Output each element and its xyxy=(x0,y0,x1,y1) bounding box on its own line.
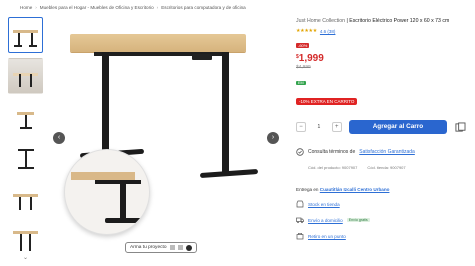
store-code: Cód. tienda: 9007907 xyxy=(367,165,406,171)
warranty-text: Consulta términos de xyxy=(308,149,356,156)
star-rating-icon: ★★★★★ xyxy=(296,28,317,35)
currency-symbol: $ xyxy=(296,54,299,61)
product-codes: Cód. del producto: 9007907 Cód. tienda: … xyxy=(308,165,466,170)
thumbnail-3[interactable] xyxy=(8,99,43,135)
thumbnail-2[interactable] xyxy=(8,58,43,94)
truck-icon xyxy=(296,217,304,224)
image-icon xyxy=(169,245,175,250)
add-to-cart-row: − 1 + Agregar al Carro xyxy=(296,120,466,135)
image-icon xyxy=(177,245,183,250)
breadcrumb: Home › Muebles para el Hogar - Muebles d… xyxy=(20,5,246,10)
price-value: 1,999 xyxy=(298,53,324,65)
control-panel xyxy=(192,54,212,60)
delivery-option-store[interactable]: Stock en tienda xyxy=(296,200,466,208)
product-info: Just Home Collection | Escritorio Eléctr… xyxy=(296,17,466,240)
decrease-quantity-button[interactable]: − xyxy=(296,122,306,133)
chevron-right-icon: › xyxy=(156,5,159,10)
rating: ★★★★★ 4.6 (38) xyxy=(296,28,466,34)
shield-icon xyxy=(296,148,304,157)
warranty-row: Consulta términos de Satisfacción Garant… xyxy=(296,148,466,157)
product-image-gallery: ‹ › Arma tu proyecto xyxy=(50,17,286,253)
discount-badge: -60% xyxy=(296,43,310,49)
project-button-label: Arma tu proyecto xyxy=(130,245,167,250)
promo-badge: -10% EXTRA EN CARRITO xyxy=(296,98,358,106)
delivery-location-link[interactable]: Cuautitlán Izcalli Centro Urbano xyxy=(320,187,390,192)
thumbnail-4[interactable] xyxy=(8,140,43,176)
thumbnail-1[interactable] xyxy=(8,17,43,53)
breadcrumb-category[interactable]: Muebles para el Hogar - Muebles de Ofici… xyxy=(40,5,154,10)
delivery-option-pickup[interactable]: Retiro en un punto xyxy=(296,232,466,240)
product-code: Cód. del producto: 9007907 xyxy=(308,165,358,171)
price: $1,999 xyxy=(296,53,466,64)
delivery-option-label[interactable]: Stock en tienda xyxy=(308,202,340,207)
store-icon xyxy=(296,200,304,208)
delivery-option-home[interactable]: Envío a domicilio Envío gratis xyxy=(296,216,466,224)
increase-quantity-button[interactable]: + xyxy=(331,122,342,133)
breadcrumb-home[interactable]: Home xyxy=(20,5,32,10)
pickup-icon xyxy=(296,233,304,240)
delivery-option-label[interactable]: Retiro en un punto xyxy=(308,234,346,239)
product-title: | Escritorio Eléctrico Power 120 x 60 x … xyxy=(346,18,450,24)
thumbnail-6[interactable]: ⌄ xyxy=(8,222,43,261)
warranty-link[interactable]: Satisfacción Garantizada xyxy=(359,149,415,155)
chevron-right-icon[interactable]: › xyxy=(267,132,279,144)
delivery-option-label[interactable]: Envío a domicilio xyxy=(308,218,343,223)
delivery-prefix: Entrega en xyxy=(296,187,319,193)
project-button[interactable]: Arma tu proyecto xyxy=(125,242,197,253)
free-shipping-badge: Envío gratis xyxy=(346,218,370,223)
brand-name[interactable]: Just Home Collection xyxy=(296,18,345,24)
thumbnail-5[interactable] xyxy=(8,181,43,217)
delivery-title: Entrega en Cuautitlán Izcalli Centro Urb… xyxy=(296,187,466,192)
chevron-right-icon: › xyxy=(35,5,37,10)
thumbnail-list: ⌄ xyxy=(8,17,46,263)
arrow-icon xyxy=(185,244,192,251)
chevron-down-icon[interactable]: ⌄ xyxy=(23,254,28,261)
rating-link[interactable]: 4.6 (38) xyxy=(320,29,336,34)
old-price: $4,999 xyxy=(296,65,311,71)
chevron-left-icon[interactable]: ‹ xyxy=(53,132,65,144)
quantity-value[interactable]: 1 xyxy=(308,124,330,130)
breadcrumb-subcategory[interactable]: Escritorios para computadora y de oficin… xyxy=(161,5,246,10)
eco-badge: EM xyxy=(296,81,306,86)
zoom-preview xyxy=(64,149,150,235)
compare-icon[interactable] xyxy=(455,122,466,133)
add-to-cart-button[interactable]: Agregar al Carro xyxy=(348,120,448,135)
page-title: Just Home Collection | Escritorio Eléctr… xyxy=(296,17,466,25)
